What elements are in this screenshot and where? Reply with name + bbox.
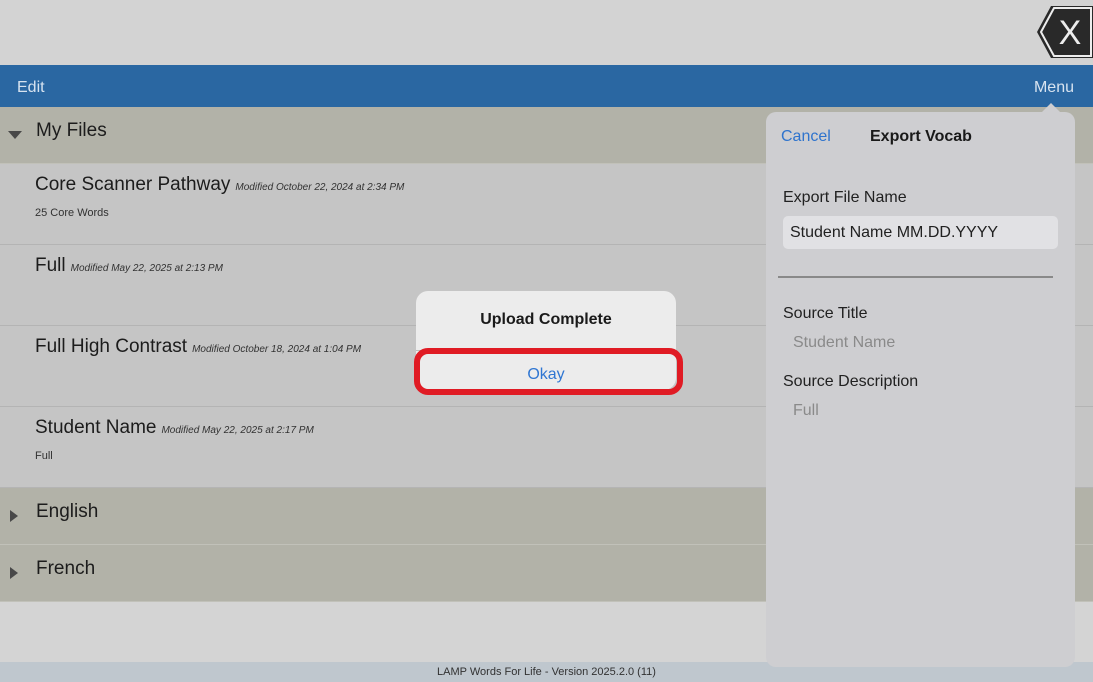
export-file-name-label: Export File Name [783, 189, 907, 206]
file-subtitle: 25 Core Words [35, 207, 109, 219]
file-modified: Modified October 22, 2024 at 2:34 PM [235, 182, 405, 193]
source-description-value[interactable]: Full [793, 402, 819, 420]
file-modified: Modified May 22, 2025 at 2:17 PM [161, 425, 314, 436]
section-title: English [36, 501, 99, 522]
okay-button[interactable]: Okay [416, 351, 676, 389]
file-title: Full [35, 255, 66, 276]
file-title: Core Scanner Pathway [35, 174, 231, 195]
export-file-name-input[interactable] [783, 216, 1058, 249]
alert-title: Upload Complete [480, 311, 612, 328]
section-title: French [36, 558, 96, 579]
file-title: Student Name [35, 417, 157, 438]
file-modified: Modified May 22, 2025 at 2:13 PM [70, 263, 223, 274]
edit-button[interactable]: Edit [17, 79, 45, 97]
section-title: My Files [36, 120, 107, 141]
menu-button[interactable]: Menu [1034, 79, 1074, 97]
collapsed-arrow-icon [10, 510, 18, 522]
export-vocab-popover: Cancel Export Vocab Export File Name Sou… [766, 112, 1075, 667]
source-title-label: Source Title [783, 305, 868, 322]
cancel-button[interactable]: Cancel [781, 128, 831, 146]
close-icon: X [1037, 6, 1093, 58]
source-title-value[interactable]: Student Name [793, 334, 895, 352]
navbar: Edit Menu [0, 65, 1093, 107]
file-subtitle: Full [35, 450, 53, 462]
close-label: X [1059, 14, 1082, 52]
popover-title: Export Vocab [870, 128, 972, 145]
close-button[interactable]: X [1035, 4, 1093, 60]
expanded-arrow-icon [8, 131, 22, 139]
file-title: Full High Contrast [35, 336, 188, 357]
divider [778, 276, 1053, 278]
source-description-label: Source Description [783, 373, 919, 390]
collapsed-arrow-icon [10, 567, 18, 579]
upload-complete-alert: Upload Complete Okay [416, 291, 676, 390]
top-bar: X [0, 0, 1093, 65]
file-modified: Modified October 18, 2024 at 1:04 PM [192, 344, 362, 355]
